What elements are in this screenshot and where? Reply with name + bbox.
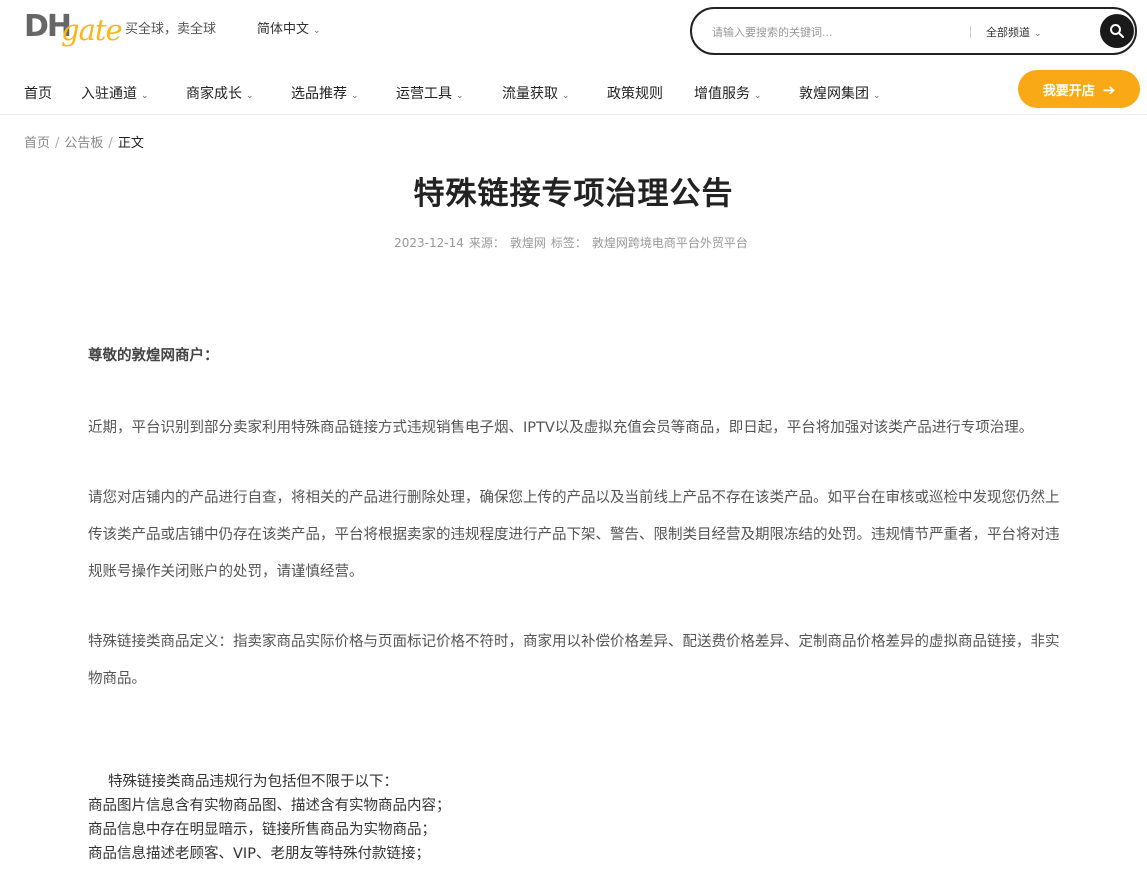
breadcrumb-separator: / <box>108 136 113 151</box>
chevron-down-icon: ⌄ <box>1034 29 1042 39</box>
chevron-down-icon: ⌄ <box>351 91 359 101</box>
language-label: 简体中文 <box>257 22 310 37</box>
open-shop-label: 我要开店 <box>1042 83 1095 99</box>
breadcrumb-board[interactable]: 公告板 <box>64 136 103 151</box>
list-item: 商品信息中存在明显暗示，链接所售商品为实物商品； <box>88 822 436 838</box>
article-tags[interactable]: 敦煌网跨境电商平台外贸平台 <box>592 236 748 250</box>
nav-item-traffic[interactable]: 流量获取 ⌄ <box>502 83 570 103</box>
violation-list: 特殊链接类商品违规行为包括但不限于以下： 商品图片信息含有实物商品图、描述含有实… <box>88 770 1068 866</box>
article-title: 特殊链接专项治理公告 <box>413 176 734 212</box>
open-shop-button[interactable]: 我要开店 ➔ <box>1018 70 1140 108</box>
tag-label: 标签： <box>550 236 587 250</box>
article-meta: 2023-12-14 来源： 敦煌网 标签： 敦煌网跨境电商平台外贸平台 <box>0 234 1147 251</box>
search-button[interactable] <box>1100 14 1134 48</box>
nav-item-product-picks[interactable]: 选品推荐 ⌄ <box>291 83 359 103</box>
breadcrumb-current: 正文 <box>117 136 144 151</box>
nav-item-home[interactable]: 首页 <box>24 83 52 103</box>
breadcrumb: 首页 / 公告板 / 正文 <box>24 132 144 151</box>
arrow-right-icon: ➔ <box>1102 80 1116 99</box>
article-date: 2023-12-14 <box>394 236 464 250</box>
breadcrumb-home[interactable]: 首页 <box>24 136 50 151</box>
nav-item-label: 商家成长 <box>186 86 242 102</box>
main-nav: 首页 入驻通道 ⌄ 商家成长 ⌄ 选品推荐 ⌄ 运营工具 ⌄ 流量获取 ⌄ 政策规则 增值… <box>0 70 1147 115</box>
channel-label: 全部频道 <box>986 26 1030 39</box>
chevron-down-icon: ⌄ <box>562 91 570 101</box>
nav-item-policy[interactable]: 政策规则 <box>607 83 663 103</box>
list-item: 商品信息描述老顾客、VIP、老朋友等特殊付款链接； <box>88 846 430 862</box>
article-paragraph: 请您对店铺内的产品进行自查，将相关的产品进行删除处理，确保您上传的产品以及当前线… <box>88 490 1060 580</box>
nav-item-label: 增值服务 <box>694 86 750 102</box>
nav-item-onboarding[interactable]: 入驻通道 ⌄ <box>81 83 149 103</box>
language-selector[interactable]: 简体中文 ⌄ <box>257 18 321 37</box>
nav-item-growth[interactable]: 商家成长 ⌄ <box>186 83 254 103</box>
chevron-down-icon: ⌄ <box>313 26 321 36</box>
list-item: 商品图片信息含有实物商品图、描述含有实物商品内容； <box>88 798 451 814</box>
chevron-down-icon: ⌄ <box>754 91 762 101</box>
search-input[interactable] <box>710 21 964 43</box>
nav-item-label: 运营工具 <box>396 86 452 102</box>
article-paragraph: 近期，平台识别到部分卖家利用特殊商品链接方式违规销售电子烟、IPTV以及虚拟充值… <box>88 420 1034 436</box>
article-greeting: 尊敬的敦煌网商户： <box>88 348 219 364</box>
channel-selector[interactable]: 全部频道 ⌄ <box>986 24 1042 40</box>
nav-item-label: 首页 <box>24 86 52 102</box>
breadcrumb-separator: / <box>55 136 60 151</box>
search-icon <box>1110 24 1124 38</box>
nav-item-ops-tools[interactable]: 运营工具 ⌄ <box>396 83 464 103</box>
chevron-down-icon: ⌄ <box>141 91 149 101</box>
article-paragraph: 特殊链接类商品定义：指卖家商品实际价格与页面标记价格不符时，商家用以补偿价格差异… <box>88 634 1060 687</box>
logo-gate: gate <box>61 13 123 47</box>
article-source: 敦煌网 <box>509 236 546 250</box>
dhgate-logo[interactable]: DH gate <box>24 11 123 49</box>
nav-item-value-added[interactable]: 增值服务 ⌄ <box>694 83 762 103</box>
chevron-down-icon: ⌄ <box>246 91 254 101</box>
nav-item-label: 选品推荐 <box>291 86 347 102</box>
source-label: 来源： <box>468 236 505 250</box>
chevron-down-icon: ⌄ <box>873 91 881 101</box>
search-bar: 全部频道 ⌄ <box>690 7 1137 55</box>
top-bar: DH gate 买全球，卖全球 简体中文⌄ 全部频道⌄ <box>0 0 1147 62</box>
search-divider <box>970 26 971 38</box>
nav-item-group[interactable]: 敦煌网集团 ⌄ <box>799 83 881 103</box>
nav-item-label: 入驻通道 <box>81 86 137 102</box>
nav-item-label: 敦煌网集团 <box>799 86 869 102</box>
list-lead: 特殊链接类商品违规行为包括但不限于以下： <box>108 774 398 790</box>
article-body: 尊敬的敦煌网商户： 近期，平台识别到部分卖家利用特殊商品链接方式违规销售电子烟、… <box>88 338 1068 698</box>
slogan: 买全球，卖全球 <box>125 22 217 37</box>
nav-item-label: 流量获取 <box>502 86 558 102</box>
chevron-down-icon: ⌄ <box>456 91 464 101</box>
nav-item-label: 政策规则 <box>607 86 663 102</box>
